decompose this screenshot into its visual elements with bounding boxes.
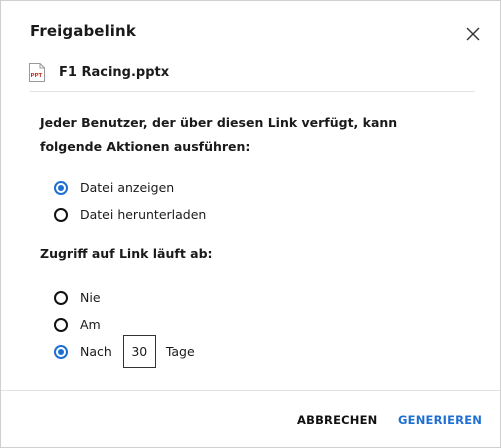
dialog-title: Freigabelink: [30, 22, 136, 40]
file-row: PPT F1 Racing.pptx: [29, 63, 169, 82]
expiry-section-label: Zugriff auf Link läuft ab:: [40, 246, 213, 261]
radio-expiry-after[interactable]: Nach Tage: [54, 335, 195, 368]
share-link-dialog: Freigabelink PPT F1 Racing.pptx Jeder Be…: [0, 0, 501, 448]
radio-expiry-on-date[interactable]: Am: [54, 317, 101, 332]
radio-button-checked[interactable]: [54, 180, 68, 195]
radio-label: Am: [80, 317, 101, 332]
svg-text:PPT: PPT: [31, 73, 43, 79]
radio-expiry-never[interactable]: Nie: [54, 290, 101, 305]
footer-divider: [1, 390, 500, 391]
permissions-description: Jeder Benutzer, der über diesen Link ver…: [40, 115, 398, 154]
radio-button[interactable]: [54, 207, 68, 222]
close-icon[interactable]: [466, 27, 480, 41]
radio-button[interactable]: [54, 290, 68, 305]
generate-button[interactable]: GENERIEREN: [398, 413, 482, 427]
radio-view-file[interactable]: Datei anzeigen: [54, 180, 174, 195]
days-input[interactable]: [122, 335, 156, 368]
radio-label: Datei herunterladen: [80, 207, 207, 222]
header-divider: [30, 91, 475, 92]
radio-label: Nach: [80, 344, 112, 359]
radio-button[interactable]: [54, 317, 68, 332]
cancel-button[interactable]: ABBRECHEN: [297, 413, 378, 427]
radio-label: Nie: [80, 290, 101, 305]
radio-download-file[interactable]: Datei herunterladen: [54, 207, 206, 222]
days-unit-label: Tage: [165, 344, 195, 359]
file-name: F1 Racing.pptx: [59, 65, 170, 80]
radio-button-checked[interactable]: [54, 344, 68, 359]
radio-label: Datei anzeigen: [80, 180, 175, 195]
powerpoint-file-icon: PPT: [29, 63, 45, 82]
